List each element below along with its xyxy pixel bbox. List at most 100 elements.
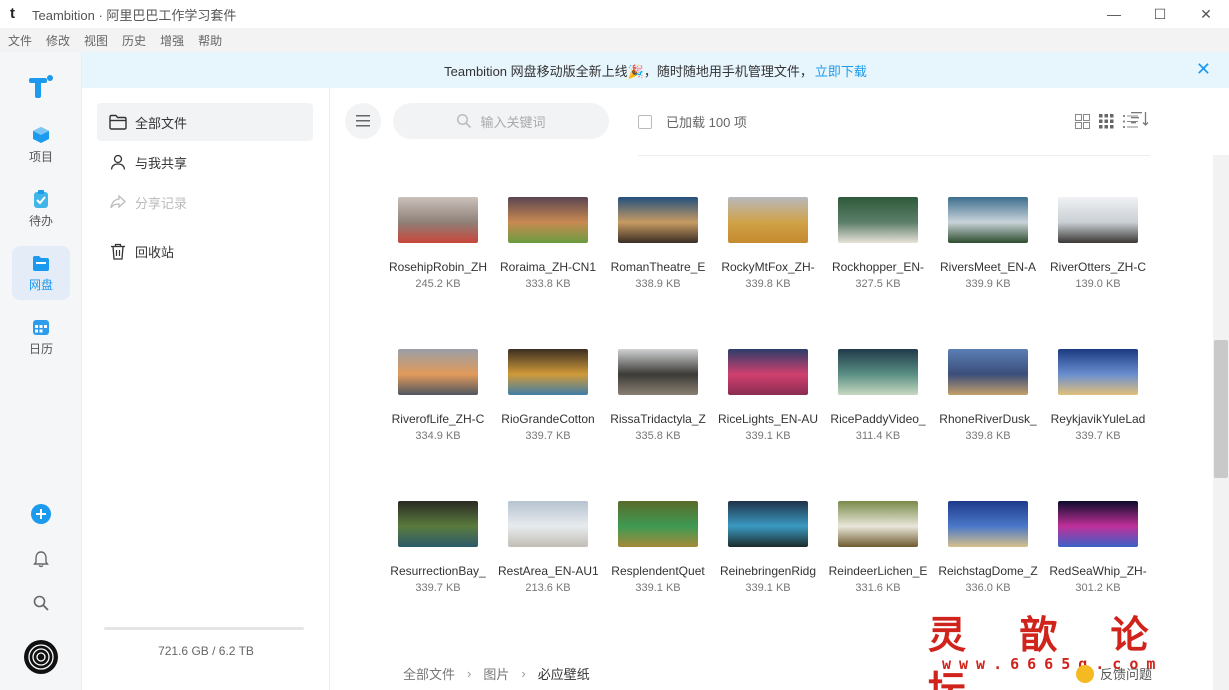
search-icon[interactable] (32, 594, 50, 612)
file-thumbnail (1058, 349, 1138, 395)
file-card[interactable]: Rockhopper_EN- 327.5 KB (826, 180, 930, 300)
file-card[interactable]: RosehipRobin_ZH 245.2 KB (386, 180, 490, 300)
search-input[interactable]: 输入关键词 (393, 103, 609, 139)
feedback-button[interactable]: 反馈问题 (1076, 664, 1152, 683)
file-size: 331.6 KB (855, 582, 901, 594)
nav-label: 分享记录 (135, 195, 188, 211)
file-thumbnail (838, 197, 918, 243)
file-card[interactable]: ReichstagDome_Z 336.0 KB (936, 484, 1040, 604)
chevron-right-icon: › (521, 666, 526, 681)
menu-edit[interactable]: 修改 (46, 32, 70, 49)
large-grid-icon[interactable] (1073, 112, 1091, 130)
file-name: RiverofLife_ZH-C (391, 412, 485, 426)
notice-banner: Teambition 网盘移动版全新上线🎉，随时随地用手机管理文件， 立即下载 … (82, 52, 1229, 88)
menu-history[interactable]: 历史 (122, 32, 146, 49)
scrollbar-thumb[interactable] (1214, 340, 1228, 478)
rail-item-drive[interactable]: 网盘 (12, 246, 70, 300)
file-name: RissaTridactyla_Z (610, 412, 706, 426)
file-name: ReykjavikYuleLad (1050, 412, 1146, 426)
file-size: 333.8 KB (525, 278, 571, 290)
file-card[interactable]: RomanTheatre_E 338.9 KB (606, 180, 710, 300)
maximize-button[interactable]: ☐ (1137, 0, 1183, 28)
divider (638, 155, 1150, 156)
file-sidebar: 全部文件 与我共享 分享记录 回收站 721.6 GB / 6.2 TB (82, 88, 330, 690)
menu-view[interactable]: 视图 (84, 32, 108, 49)
file-card[interactable]: RioGrandeCotton 339.7 KB (496, 332, 600, 452)
breadcrumb-pictures[interactable]: 图片 (483, 664, 509, 683)
rail-item-calendar[interactable]: 日历 (12, 310, 70, 364)
nav-label: 回收站 (135, 244, 175, 260)
rail-item-projects[interactable]: 项目 (12, 118, 70, 172)
file-thumbnail (1058, 501, 1138, 547)
file-card[interactable]: RhoneRiverDusk_ 339.8 KB (936, 332, 1040, 452)
file-card[interactable]: ResurrectionBay_ 339.7 KB (386, 484, 490, 604)
file-size: 301.2 KB (1075, 582, 1121, 594)
nav-recycle-bin[interactable]: 回收站 (97, 232, 313, 270)
breadcrumb: 全部文件 › 图片 › 必应壁纸 (403, 664, 590, 683)
menu-file[interactable]: 文件 (8, 32, 32, 49)
file-card[interactable]: Roraima_ZH-CN1 333.8 KB (496, 180, 600, 300)
avatar[interactable] (24, 640, 58, 674)
breadcrumb-all-files[interactable]: 全部文件 (403, 664, 455, 683)
nav-all-files[interactable]: 全部文件 (97, 103, 313, 141)
smiley-icon (1076, 664, 1094, 683)
search-placeholder: 输入关键词 (480, 114, 546, 130)
nav-shared-with-me[interactable]: 与我共享 (97, 143, 313, 181)
file-card[interactable]: ReindeerLichen_E 331.6 KB (826, 484, 930, 604)
file-thumbnail (728, 501, 808, 547)
file-card[interactable]: ResplendentQuet 339.1 KB (606, 484, 710, 604)
file-card[interactable]: RiversMeet_EN-A 339.9 KB (936, 180, 1040, 300)
file-card[interactable]: RestArea_EN-AU1 213.6 KB (496, 484, 600, 604)
file-name: RicePaddyVideo_ (830, 412, 926, 426)
select-all-checkbox[interactable] (638, 114, 652, 129)
file-card[interactable]: ReykjavikYuleLad 339.7 KB (1046, 332, 1150, 452)
file-thumbnail (618, 197, 698, 243)
cube-icon (33, 126, 49, 143)
file-card[interactable]: RiceLights_EN-AU 339.1 KB (716, 332, 820, 452)
trash-icon (109, 242, 127, 260)
search-icon (457, 113, 472, 129)
file-thumbnail (728, 349, 808, 395)
file-size: 335.8 KB (635, 430, 681, 442)
close-window-button[interactable]: ✕ (1183, 0, 1229, 28)
teambition-logo-icon[interactable] (27, 72, 55, 100)
rail-label: 网盘 (28, 277, 53, 292)
file-card[interactable]: RiverofLife_ZH-C 334.9 KB (386, 332, 490, 452)
storage-bar (104, 627, 304, 630)
file-name: ReichstagDome_Z (938, 564, 1038, 578)
banner-text: Teambition 网盘移动版全新上线🎉，随时随地用手机管理文件， (444, 63, 813, 79)
file-thumbnail (728, 197, 808, 243)
file-card[interactable]: ReinebringenRidg 339.1 KB (716, 484, 820, 604)
file-card[interactable]: RicePaddyVideo_ 311.4 KB (826, 332, 930, 452)
sort-icon[interactable] (1131, 111, 1149, 131)
file-size: 339.7 KB (525, 430, 571, 442)
menu-bar: 文件 修改 视图 历史 增强 帮助 (0, 28, 1229, 52)
minimize-button[interactable]: — (1091, 0, 1137, 28)
file-card[interactable]: RockyMtFox_ZH- 339.8 KB (716, 180, 820, 300)
bell-icon[interactable] (33, 550, 49, 568)
file-card[interactable]: RiverOtters_ZH-C 139.0 KB (1046, 180, 1150, 300)
close-icon[interactable]: ✕ (1196, 60, 1211, 78)
file-thumbnail (838, 349, 918, 395)
file-size: 339.1 KB (635, 582, 681, 594)
select-all[interactable]: 已加载 100 项 (638, 112, 747, 131)
file-name: ResurrectionBay_ (390, 564, 486, 578)
add-icon[interactable] (31, 504, 51, 524)
file-size: 339.9 KB (965, 278, 1011, 290)
small-grid-icon[interactable] (1097, 112, 1115, 130)
download-link[interactable]: 立即下载 (815, 61, 867, 80)
file-name: RiceLights_EN-AU (718, 412, 818, 426)
menu-toggle-button[interactable] (345, 103, 381, 139)
menu-help[interactable]: 帮助 (198, 32, 222, 49)
menu-enhance[interactable]: 增强 (160, 32, 184, 49)
file-name: RhoneRiverDusk_ (939, 412, 1037, 426)
file-name: RiverOtters_ZH-C (1049, 260, 1146, 274)
title-bar: t Teambition · 阿里巴巴工作学习套件 — ☐ ✕ (0, 0, 1229, 28)
file-size: 338.9 KB (635, 278, 681, 290)
app-icon: t (10, 5, 15, 22)
file-card[interactable]: RissaTridactyla_Z 335.8 KB (606, 332, 710, 452)
file-toolbar: 输入关键词 已加载 100 项 (330, 88, 1229, 156)
rail-item-todo[interactable]: 待办 (12, 182, 70, 236)
file-thumbnail (618, 501, 698, 547)
file-card[interactable]: RedSeaWhip_ZH- 301.2 KB (1046, 484, 1150, 604)
